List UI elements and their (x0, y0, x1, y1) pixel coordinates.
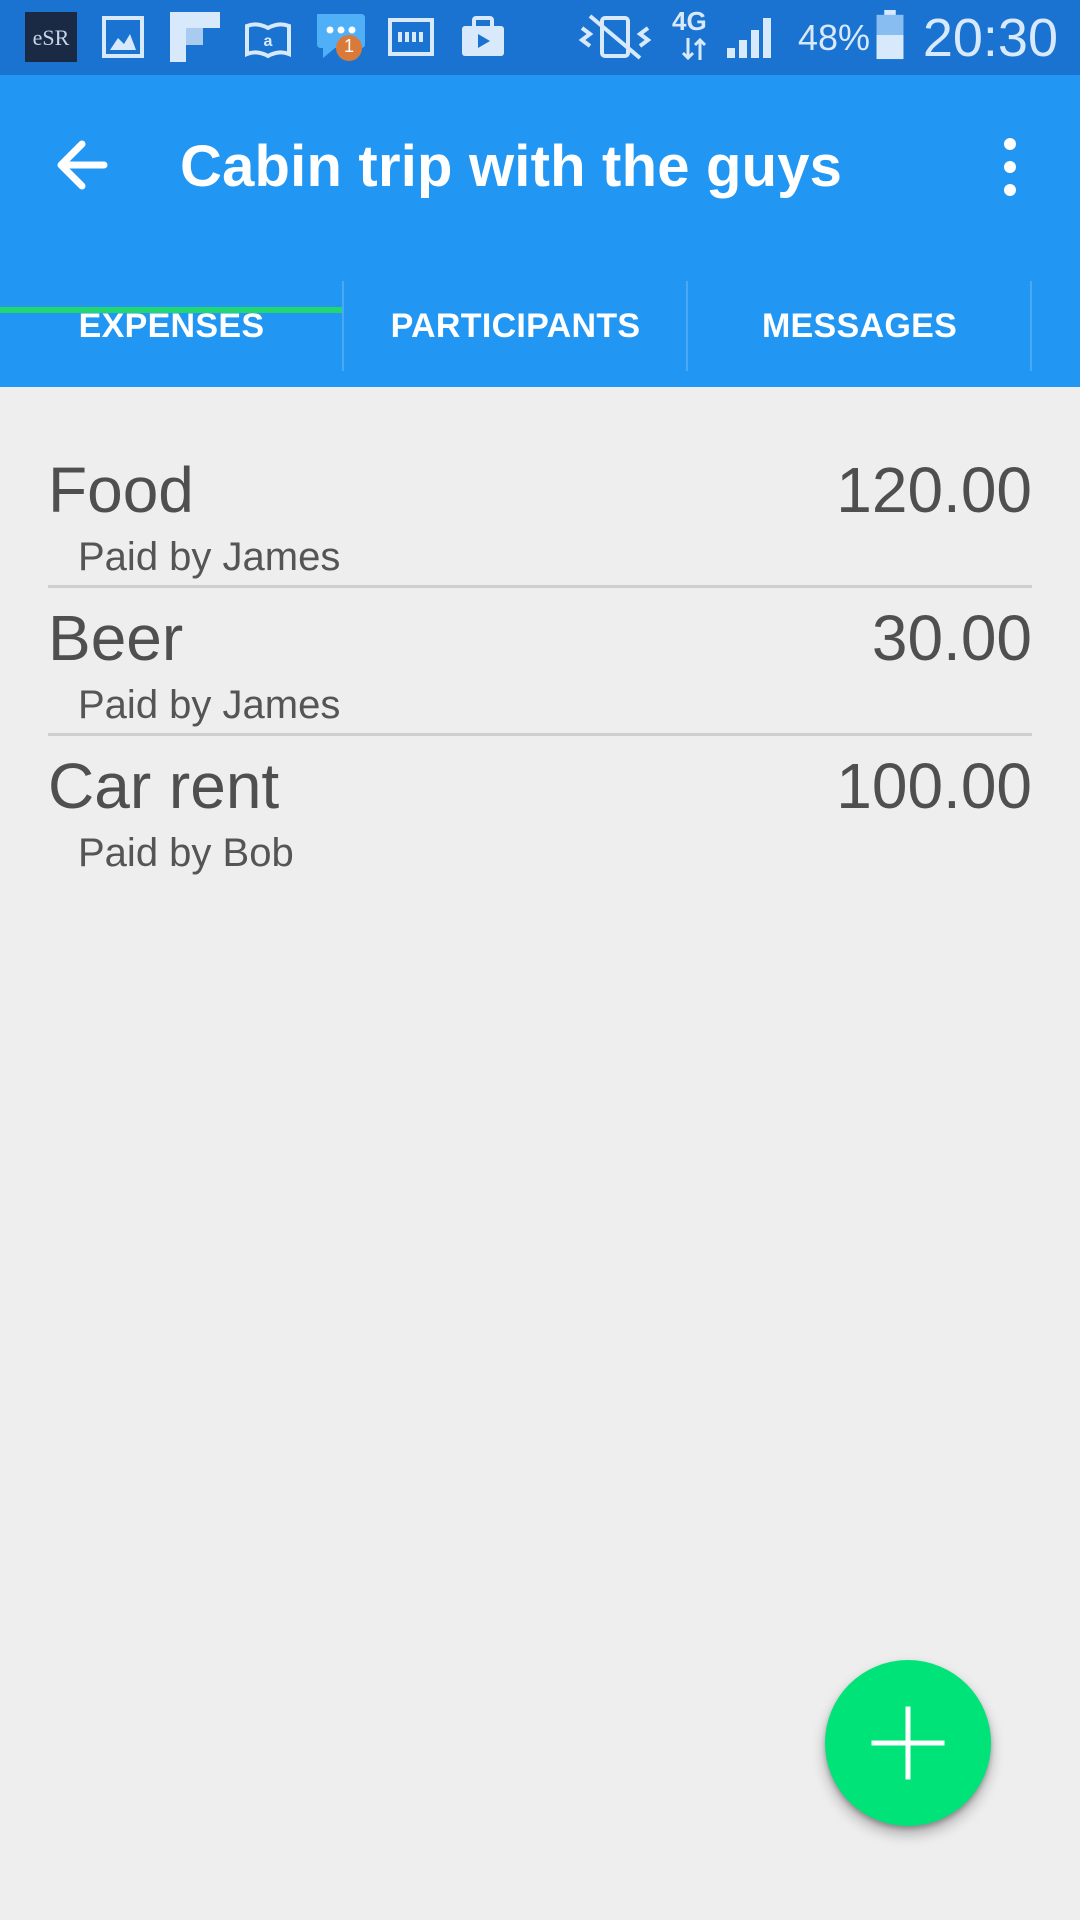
tab-expenses[interactable]: EXPENSES (0, 265, 343, 387)
clock: 20:30 (922, 8, 1058, 68)
more-vert-icon (1004, 138, 1016, 196)
expense-amount: 30.00 (871, 602, 1032, 674)
expense-payer: Paid by James (78, 683, 341, 727)
list-item[interactable]: Food 120.00 Paid by James (48, 440, 1032, 588)
tab-label: PARTICIPANTS (390, 306, 641, 345)
arrow-back-icon (57, 140, 108, 190)
network-label: 4G (672, 6, 707, 36)
list-item[interactable]: Car rent 100.00 Paid by Bob (48, 736, 1032, 884)
add-expense-button[interactable] (825, 1660, 991, 1826)
svg-text:a: a (264, 33, 273, 50)
flipboard-icon (170, 12, 220, 62)
tab-bar: EXPENSES PARTICIPANTS MESSAGES (0, 265, 1080, 387)
data-arrows-icon (681, 37, 707, 61)
amazon-kindle-icon: a (245, 22, 291, 59)
svg-text:eSR: eSR (33, 25, 70, 50)
list-item[interactable]: Beer 30.00 Paid by James (48, 588, 1032, 736)
expense-name: Car rent (48, 750, 280, 822)
vibrate-off-icon (578, 14, 652, 60)
expense-payer: Paid by Bob (78, 831, 294, 875)
overflow-menu-button[interactable] (985, 127, 1035, 207)
expense-list: Food 120.00 Paid by James Beer 30.00 Pai… (48, 440, 1032, 884)
expense-name: Food (48, 454, 194, 526)
selected-tab-indicator (0, 307, 342, 313)
media-icon (388, 18, 434, 56)
notification-badge: 1 (343, 36, 354, 56)
plus-icon (871, 1706, 945, 1780)
tab-label: MESSAGES (761, 306, 958, 345)
expense-amount: 120.00 (836, 454, 1032, 526)
battery-percentage: 48% (798, 17, 871, 58)
briefcase-icon (462, 16, 504, 56)
tab-participants[interactable]: PARTICIPANTS (344, 265, 687, 387)
back-button[interactable] (40, 120, 130, 210)
network-type: 4G (672, 6, 708, 62)
expense-payer: Paid by James (78, 535, 341, 579)
status-bar: eSR a 1 4G 48% 20:30 (0, 0, 1080, 75)
expense-amount: 100.00 (836, 750, 1032, 822)
tab-messages[interactable]: MESSAGES (688, 265, 1031, 387)
signal-icon (727, 18, 771, 58)
app-logo-icon: eSR (25, 12, 77, 62)
tab-divider (1030, 281, 1032, 371)
messages-icon: 1 (313, 10, 369, 66)
battery-icon (876, 10, 904, 60)
app-bar: Cabin trip with the guys EXPENSES PARTIC… (0, 75, 1080, 387)
expense-name: Beer (48, 602, 184, 674)
gallery-icon (102, 16, 144, 58)
page-title: Cabin trip with the guys (180, 134, 843, 199)
